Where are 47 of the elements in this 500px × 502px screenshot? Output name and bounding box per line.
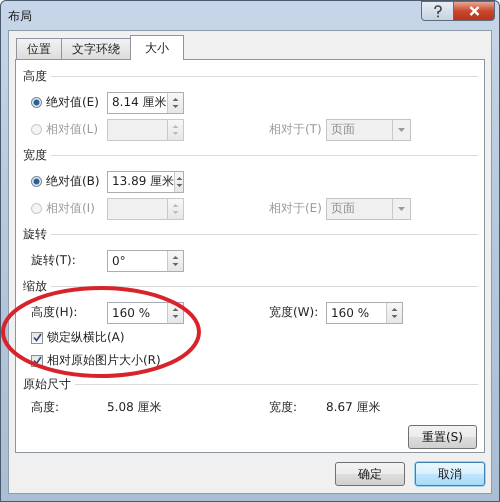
section-title: 高度 xyxy=(23,68,47,85)
tab[interactable]: 大小 xyxy=(130,35,184,60)
spin-field[interactable]: 160 % xyxy=(326,302,403,324)
radio-button[interactable] xyxy=(31,97,42,108)
window-title: 布局 xyxy=(8,8,32,25)
spin-buttons[interactable] xyxy=(386,302,402,322)
section-title: 旋转 xyxy=(23,226,47,243)
caret-icon xyxy=(398,128,405,132)
reset-button[interactable]: 重置(S) xyxy=(408,425,477,449)
dialog-button[interactable]: 确定 xyxy=(335,462,405,486)
radio-label: 绝对值(B) xyxy=(46,173,100,190)
spin-field[interactable]: 13.89 厘米 xyxy=(107,170,184,192)
checkbox[interactable] xyxy=(31,332,43,344)
field-label: 相对于(E) xyxy=(269,200,323,217)
spin-buttons[interactable] xyxy=(167,250,183,270)
field-label: 相对于(T) xyxy=(269,121,323,138)
spin-buttons[interactable] xyxy=(167,92,183,112)
caret-icon xyxy=(398,206,405,210)
section-title: 缩放 xyxy=(23,278,47,295)
dialog-button[interactable]: 取消 xyxy=(415,462,485,486)
info-value: 8.67 厘米 xyxy=(326,398,382,416)
spin-field[interactable]: 0° xyxy=(107,250,184,272)
help-icon xyxy=(432,4,442,18)
checkbox-label: 锁定纵横比(A) xyxy=(47,329,125,346)
info-value: 5.08 厘米 xyxy=(107,398,163,416)
info-label: 宽度: xyxy=(269,398,298,416)
tab[interactable]: 位置 xyxy=(16,38,62,59)
help-button[interactable] xyxy=(421,1,454,21)
field-label: 宽度(W): xyxy=(269,304,320,321)
tab[interactable]: 文字环绕 xyxy=(61,38,131,59)
spin-field[interactable]: 160 % xyxy=(107,302,184,324)
radio-button[interactable] xyxy=(31,176,42,187)
radio-label: 绝对值(E) xyxy=(46,94,99,111)
radio-label: 相对值(I) xyxy=(46,200,95,217)
close-button[interactable] xyxy=(454,1,495,21)
field-label: 旋转(T): xyxy=(31,252,76,269)
field-label: 高度(H): xyxy=(31,304,78,321)
section-title: 宽度 xyxy=(23,147,47,164)
radio-label: 相对值(L) xyxy=(46,121,98,138)
info-label: 高度: xyxy=(31,398,60,416)
checkbox-label: 相对原始图片大小(R) xyxy=(47,352,161,369)
section-title: 原始尺寸 xyxy=(23,376,71,393)
close-icon xyxy=(468,6,480,16)
spin-field[interactable] xyxy=(107,198,184,220)
spin-field[interactable]: 8.14 厘米 xyxy=(107,92,184,114)
spin-field[interactable] xyxy=(107,118,184,140)
spin-buttons[interactable] xyxy=(174,172,183,192)
